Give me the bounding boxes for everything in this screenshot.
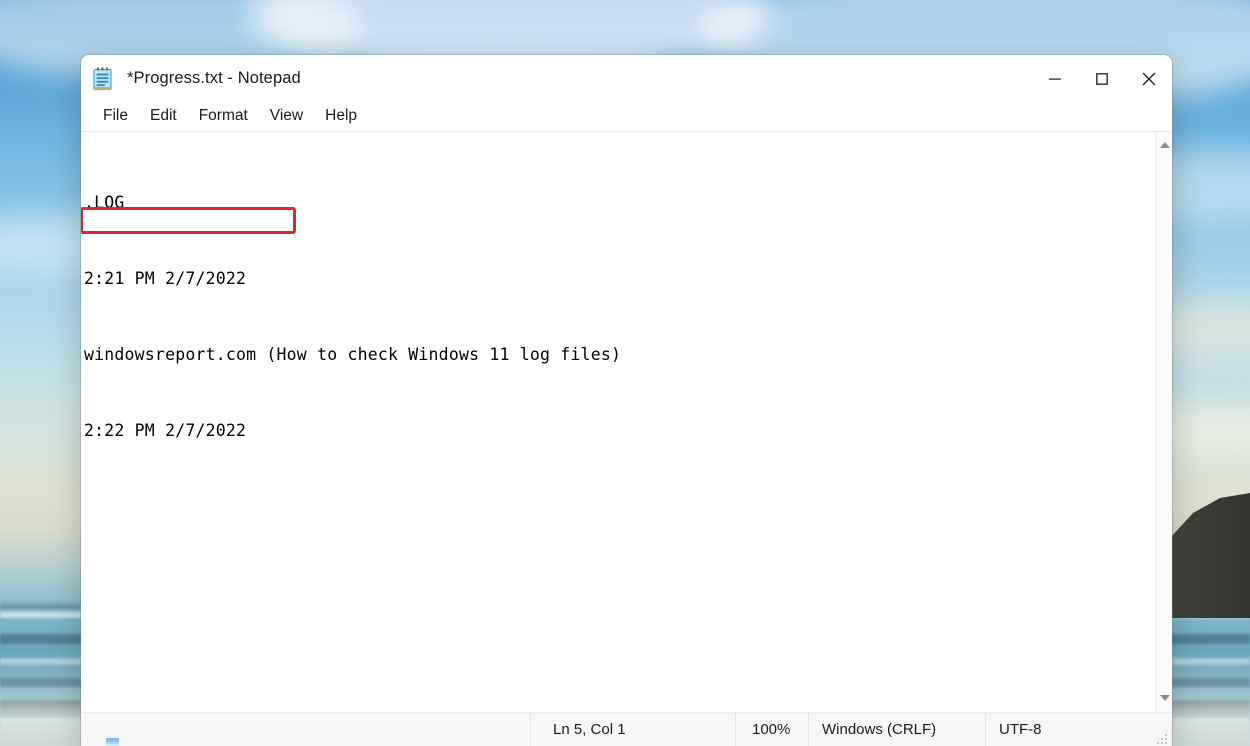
maximize-button[interactable] — [1078, 55, 1125, 102]
text-editor[interactable]: .LOG 2:21 PM 2/7/2022 windowsreport.com … — [81, 132, 1155, 712]
status-bar: Ln 5, Col 1 100% Windows (CRLF) UTF-8 — [81, 712, 1172, 746]
status-encoding[interactable]: UTF-8 — [985, 712, 1172, 746]
text-line: 2:21 PM 2/7/2022 — [84, 269, 247, 289]
menu-item-edit[interactable]: Edit — [139, 105, 188, 128]
close-button[interactable] — [1125, 55, 1172, 102]
window-title: *Progress.txt - Notepad — [127, 69, 301, 87]
menu-item-help[interactable]: Help — [314, 105, 368, 128]
scroll-down-arrow[interactable] — [1156, 689, 1172, 706]
text-line: 2:22 PM 2/7/2022 — [84, 421, 247, 441]
menu-item-format[interactable]: Format — [188, 105, 259, 128]
notepad-window: *Progress.txt - Notepad File Edit Format… — [81, 55, 1172, 746]
scroll-up-arrow[interactable] — [1156, 136, 1172, 153]
menu-item-view[interactable]: View — [259, 105, 314, 128]
menu-item-file[interactable]: File — [92, 105, 139, 128]
vertical-scrollbar[interactable] — [1155, 132, 1172, 712]
text-line: .LOG — [84, 192, 125, 212]
desktop-wallpaper: *Progress.txt - Notepad File Edit Format… — [0, 0, 1250, 746]
window-controls — [1031, 55, 1172, 102]
text-cursor-marker — [106, 737, 119, 746]
status-line-column[interactable]: Ln 5, Col 1 — [530, 712, 735, 746]
editor-region: .LOG 2:21 PM 2/7/2022 windowsreport.com … — [81, 132, 1172, 712]
resize-grip[interactable] — [1157, 732, 1169, 744]
title-bar[interactable]: *Progress.txt - Notepad — [81, 55, 1172, 102]
menu-bar: File Edit Format View Help — [81, 102, 1172, 132]
status-line-ending[interactable]: Windows (CRLF) — [808, 712, 985, 746]
status-zoom-level[interactable]: 100% — [735, 712, 808, 746]
text-line: windowsreport.com (How to check Windows … — [84, 345, 622, 365]
notepad-icon — [92, 66, 114, 92]
minimize-button[interactable] — [1031, 55, 1078, 102]
